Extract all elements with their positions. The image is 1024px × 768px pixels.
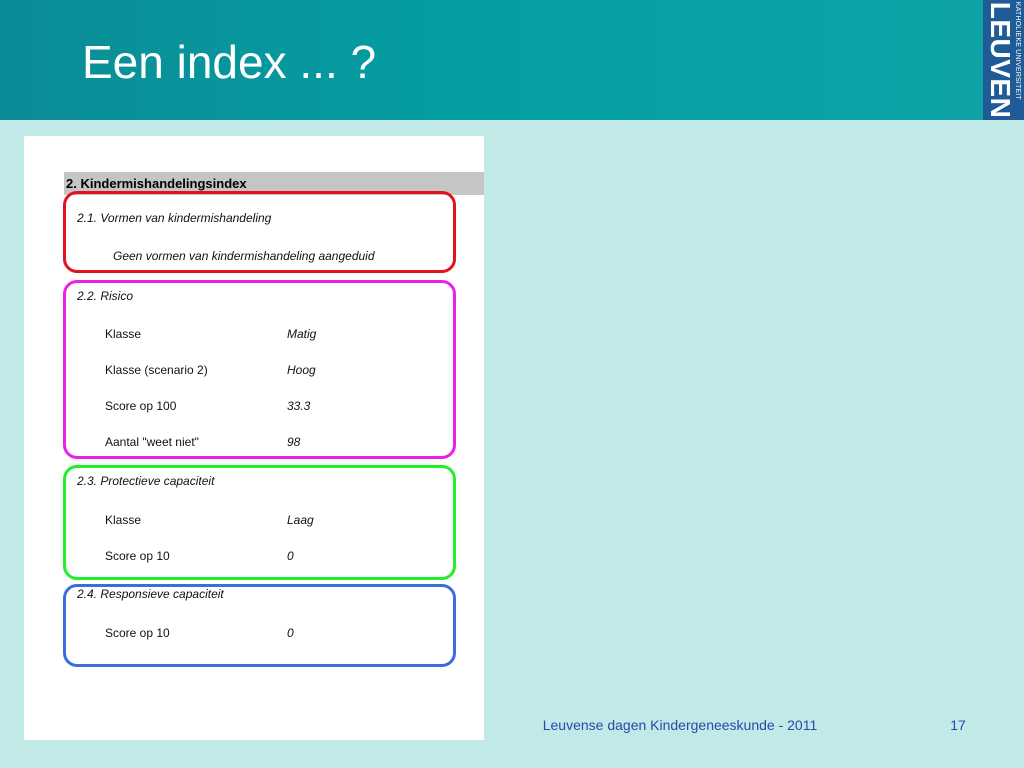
section-title-responsieve: 2.4. Responsieve capaciteit: [77, 587, 224, 601]
page-number: 17: [950, 717, 966, 733]
logo-title: LEUVEN: [984, 1, 1016, 119]
section-note-vormen: Geen vormen van kindermishandeling aange…: [113, 249, 375, 263]
row-label: Klasse (scenario 2): [105, 363, 208, 377]
document-header-text: 2. Kindermishandelingsindex: [66, 176, 247, 191]
section-title-protectieve: 2.3. Protectieve capaciteit: [77, 474, 215, 488]
row-label: Score op 100: [105, 399, 177, 413]
logo-text-group: KATHOLIEKE UNIVERSITEIT LEUVEN: [984, 1, 1021, 119]
row-value: 98: [287, 435, 301, 449]
row-value: 33.3: [287, 399, 311, 413]
row-label: Score op 10: [105, 626, 170, 640]
row-label: Aantal "weet niet": [105, 435, 199, 449]
section-title-vormen: 2.1. Vormen van kindermishandeling: [77, 211, 272, 225]
row-value: Laag: [287, 513, 314, 527]
row-label: Score op 10: [105, 549, 170, 563]
row-value: Matig: [287, 327, 317, 341]
row-label: Klasse: [105, 327, 142, 341]
row-value: Hoog: [287, 363, 316, 377]
section-title-risico: 2.2. Risico: [77, 289, 134, 303]
university-logo: KATHOLIEKE UNIVERSITEIT LEUVEN: [983, 0, 1024, 120]
slide-title: Een index ... ?: [82, 36, 377, 88]
slide-header: Een index ... ? KATHOLIEKE UNIVERSITEIT …: [0, 0, 1024, 120]
row-value: 0: [287, 549, 294, 563]
row-value: 0: [287, 626, 294, 640]
footer-text: Leuvense dagen Kindergeneeskunde - 2011: [542, 717, 818, 733]
row-label: Klasse: [105, 513, 142, 527]
document-image: 2. Kindermishandelingsindex 2.1. Vormen …: [24, 136, 484, 740]
